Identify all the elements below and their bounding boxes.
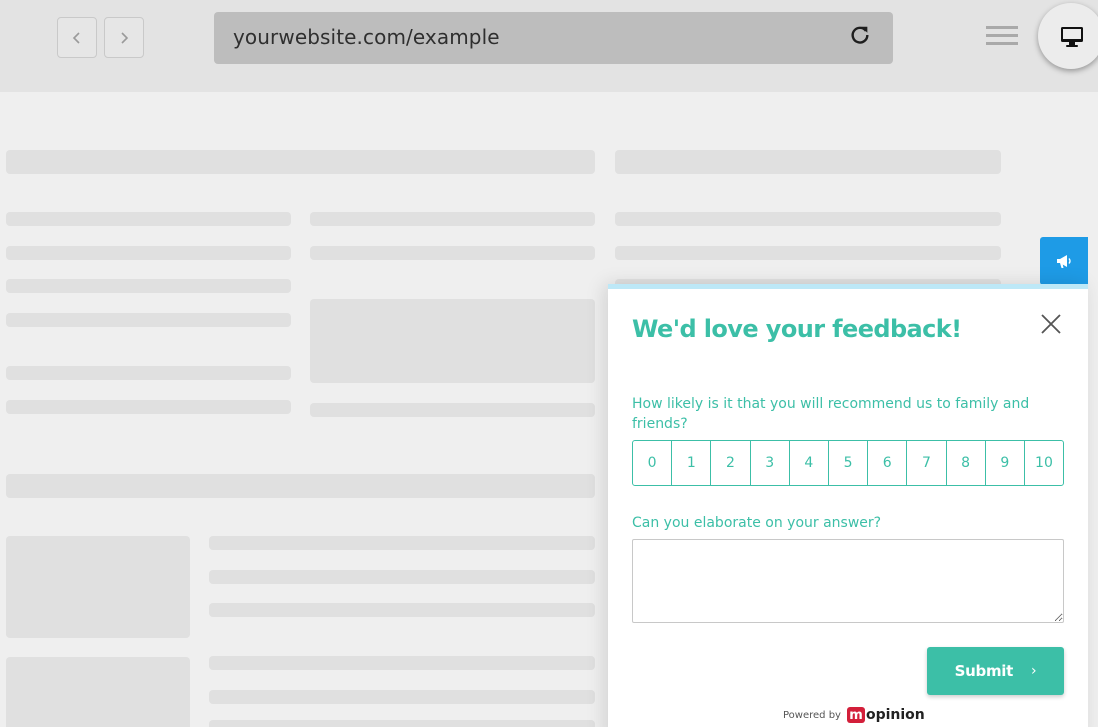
powered-by[interactable]: Powered by m opinion: [783, 707, 925, 723]
skeleton-line: [6, 400, 291, 414]
skeleton-line: [310, 403, 595, 417]
megaphone-icon: [1057, 255, 1071, 268]
nps-option-8[interactable]: 8: [947, 441, 986, 485]
mopinion-logo-icon: m: [846, 707, 865, 723]
powered-by-label: Powered by: [783, 709, 841, 721]
skeleton-line: [209, 603, 595, 617]
skeleton-line: [310, 212, 595, 226]
chevron-left-icon: [72, 31, 80, 44]
skeleton-line: [6, 246, 291, 260]
chevron-right-icon: ›: [1031, 663, 1037, 679]
skeleton-line: [310, 246, 595, 260]
skeleton-line: [6, 366, 291, 380]
elaborate-textarea[interactable]: [632, 539, 1064, 623]
reload-icon[interactable]: [849, 24, 871, 46]
skeleton-bar: [6, 150, 595, 174]
nps-option-2[interactable]: 2: [711, 441, 751, 485]
nps-option-9[interactable]: 9: [986, 441, 1025, 485]
skeleton-line: [615, 212, 1001, 226]
skeleton-line: [209, 570, 595, 584]
nps-option-0[interactable]: 0: [633, 441, 673, 485]
feedback-tab-button[interactable]: [1040, 237, 1088, 285]
hamburger-menu-icon[interactable]: [986, 26, 1018, 46]
skeleton-line: [209, 536, 595, 550]
skeleton-bar: [6, 474, 595, 498]
skeleton-bar: [615, 150, 1001, 174]
skeleton-line: [209, 690, 595, 704]
browser-toolbar: yourwebsite.com/example: [0, 0, 1098, 92]
modal-title: We'd love your feedback!: [632, 315, 962, 343]
submit-button[interactable]: Submit ›: [927, 647, 1064, 695]
desktop-monitor-icon: [1061, 27, 1083, 47]
skeleton-line: [615, 246, 1001, 260]
submit-label: Submit: [954, 662, 1014, 680]
nps-option-4[interactable]: 4: [790, 441, 829, 485]
skeleton-line: [6, 212, 291, 226]
nps-question: How likely is it that you will recommend…: [632, 396, 1030, 432]
device-toggle-button[interactable]: [1038, 3, 1098, 69]
url-text: yourwebsite.com/example: [233, 25, 500, 49]
address-bar[interactable]: yourwebsite.com/example: [214, 12, 893, 64]
skeleton-line: [6, 313, 291, 327]
skeleton-block: [6, 657, 190, 727]
skeleton-line: [209, 720, 595, 727]
nps-scale: 0 1 2 3 4 5 6 7 8 9 10: [632, 440, 1064, 486]
skeleton-block: [6, 536, 190, 638]
feedback-modal: We'd love your feedback! How likely is i…: [608, 284, 1088, 727]
forward-button[interactable]: [104, 17, 144, 58]
nps-option-1[interactable]: 1: [672, 441, 712, 485]
skeleton-line: [209, 656, 595, 670]
nps-option-6[interactable]: 6: [868, 441, 908, 485]
nps-option-10[interactable]: 10: [1025, 441, 1063, 485]
elaborate-question: Can you elaborate on your answer?: [632, 515, 882, 531]
mopinion-logo-text: opinion: [865, 707, 925, 723]
skeleton-block: [310, 299, 595, 383]
nps-option-7[interactable]: 7: [907, 441, 947, 485]
skeleton-line: [6, 279, 291, 293]
close-icon[interactable]: [1040, 313, 1062, 335]
nps-option-3[interactable]: 3: [751, 441, 790, 485]
back-button[interactable]: [57, 17, 97, 58]
nps-option-5[interactable]: 5: [829, 441, 869, 485]
chevron-right-icon: [121, 31, 129, 44]
